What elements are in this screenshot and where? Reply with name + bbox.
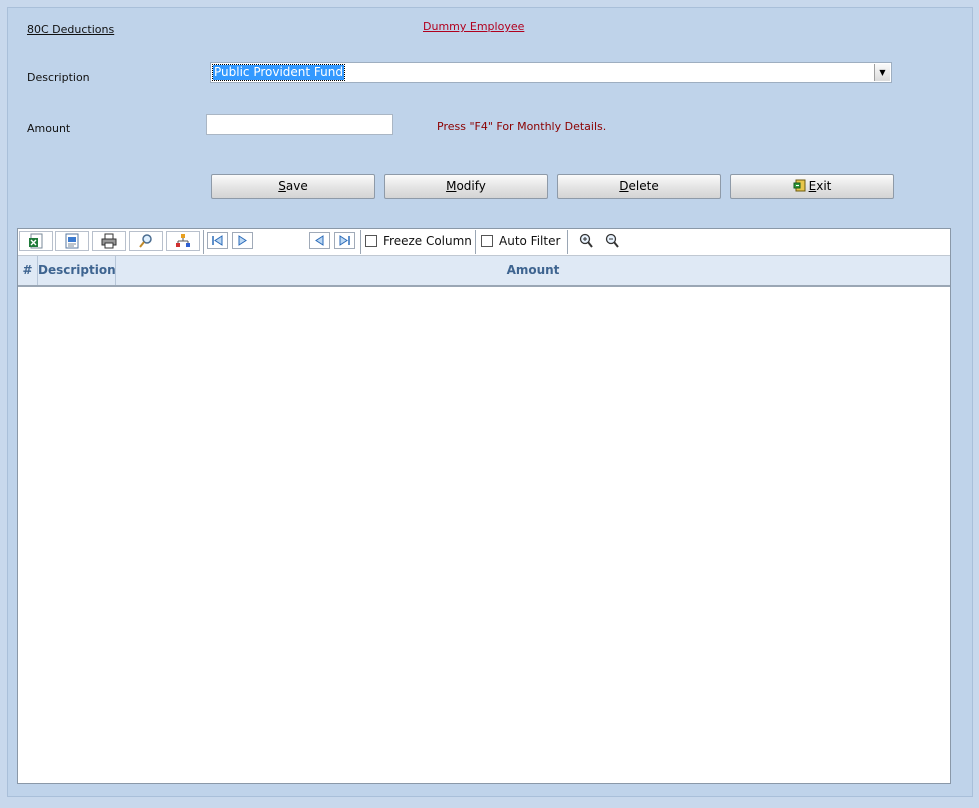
grid-header: # Description Amount bbox=[18, 256, 950, 287]
find-button[interactable] bbox=[129, 231, 163, 251]
description-selected-value: Public Provident Fund bbox=[212, 64, 345, 81]
zoom-out-button[interactable] bbox=[603, 232, 621, 250]
excel-export-icon bbox=[29, 233, 43, 249]
print-button[interactable] bbox=[92, 231, 126, 251]
column-header-description[interactable]: Description bbox=[38, 256, 116, 285]
next-record-button[interactable] bbox=[232, 232, 253, 249]
previous-record-button[interactable] bbox=[309, 232, 330, 249]
form-title: 80C Deductions bbox=[27, 23, 115, 36]
amount-input[interactable] bbox=[206, 114, 393, 135]
exit-door-icon bbox=[793, 179, 806, 192]
toolbar-separator bbox=[567, 230, 568, 254]
save-button[interactable]: Save bbox=[211, 174, 375, 199]
employee-link[interactable]: Dummy Employee bbox=[423, 20, 524, 33]
html-export-icon bbox=[65, 233, 79, 249]
hierarchy-icon bbox=[176, 234, 190, 247]
last-record-button[interactable] bbox=[334, 232, 355, 249]
last-record-icon bbox=[339, 235, 350, 246]
description-combobox[interactable]: Public Provident Fund ▼ bbox=[210, 62, 892, 83]
hierarchy-button[interactable] bbox=[166, 231, 200, 251]
description-label: Description bbox=[27, 71, 90, 84]
delete-button[interactable]: Delete bbox=[557, 174, 721, 199]
excel-export-button[interactable] bbox=[19, 231, 53, 251]
column-header-number[interactable]: # bbox=[18, 256, 38, 285]
amount-label: Amount bbox=[27, 122, 71, 135]
first-record-button[interactable] bbox=[207, 232, 228, 249]
freeze-column-checkbox[interactable] bbox=[365, 235, 377, 247]
toolbar-separator bbox=[475, 230, 476, 254]
grid-toolbar: Freeze Column Auto Filter bbox=[18, 229, 950, 256]
previous-record-icon bbox=[315, 235, 324, 246]
html-export-button[interactable] bbox=[55, 231, 89, 251]
first-record-icon bbox=[212, 235, 223, 246]
dropdown-arrow-icon[interactable]: ▼ bbox=[874, 64, 890, 81]
zoom-out-icon bbox=[605, 233, 619, 248]
freeze-column-label: Freeze Column bbox=[383, 234, 472, 248]
find-icon bbox=[139, 234, 152, 248]
zoom-in-icon bbox=[579, 233, 593, 248]
toolbar-separator bbox=[360, 230, 361, 254]
auto-filter-label: Auto Filter bbox=[499, 234, 561, 248]
freeze-column-toggle[interactable]: Freeze Column bbox=[365, 234, 472, 248]
next-record-icon bbox=[238, 235, 247, 246]
deductions-grid: Freeze Column Auto Filter # Description … bbox=[17, 228, 951, 784]
auto-filter-checkbox[interactable] bbox=[481, 235, 493, 247]
print-icon bbox=[101, 233, 117, 249]
toolbar-separator bbox=[203, 230, 204, 254]
auto-filter-toggle[interactable]: Auto Filter bbox=[481, 234, 560, 248]
monthly-details-hint: Press "F4" For Monthly Details. bbox=[437, 120, 607, 133]
modify-button[interactable]: Modify bbox=[384, 174, 548, 199]
zoom-in-button[interactable] bbox=[577, 232, 595, 250]
exit-button[interactable]: Exit bbox=[730, 174, 894, 199]
column-header-amount[interactable]: Amount bbox=[116, 256, 950, 285]
